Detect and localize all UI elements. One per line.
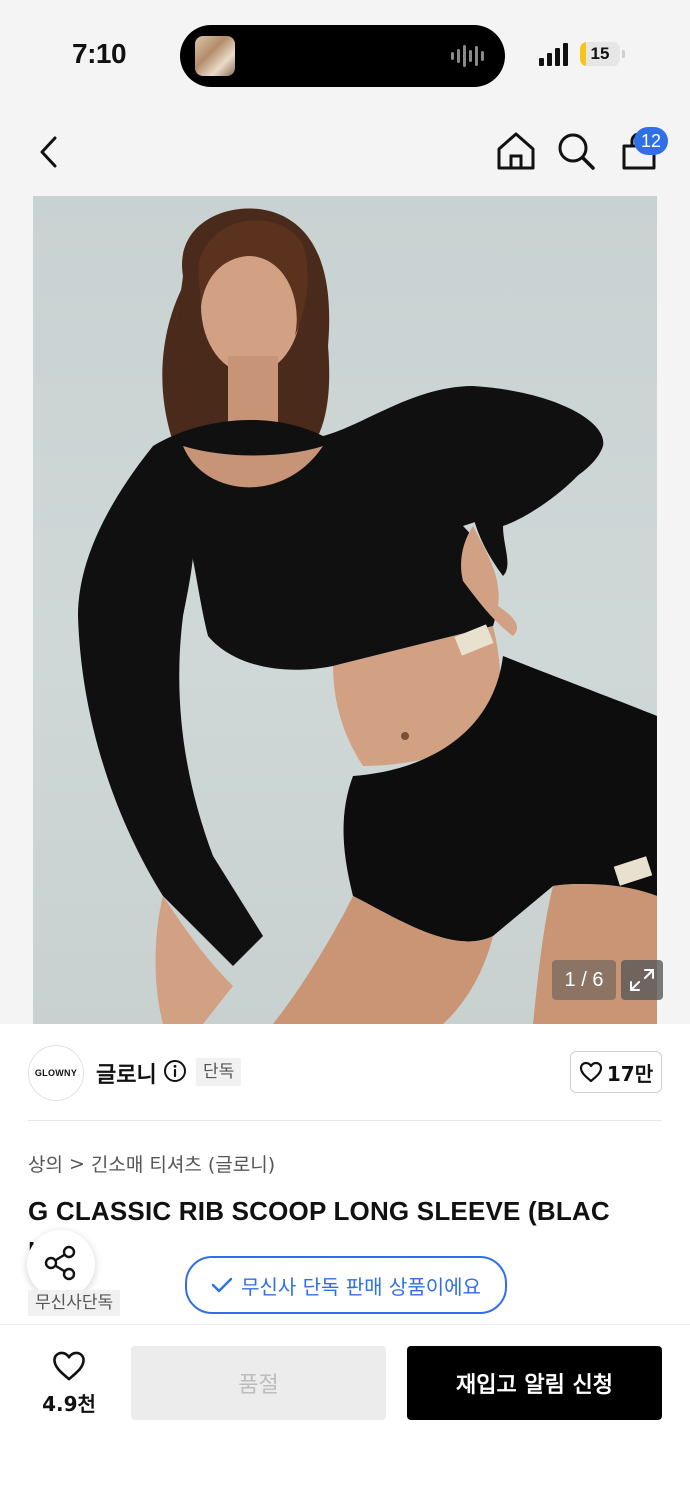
info-icon[interactable] bbox=[163, 1059, 187, 1083]
brand-like-button[interactable]: 17만 bbox=[570, 1051, 662, 1093]
status-time: 7:10 bbox=[72, 38, 127, 69]
breadcrumb: 상의 > 긴소매 티셔츠 (글로니) bbox=[28, 1150, 275, 1177]
check-icon bbox=[211, 1277, 233, 1293]
musinsa-exclusive-tag: 무신사단독 bbox=[28, 1290, 121, 1316]
restock-alert-button[interactable]: 재입고 알림 신청 bbox=[407, 1346, 662, 1420]
model-photo bbox=[78, 208, 657, 1024]
brand-name[interactable]: 글로니 bbox=[96, 1057, 157, 1089]
exclusive-badge: 단독 bbox=[196, 1058, 242, 1086]
expand-icon[interactable] bbox=[621, 960, 663, 1000]
exclusive-sale-text: 무신사 단독 판매 상품이에요 bbox=[241, 1274, 481, 1299]
heart-outline-icon bbox=[53, 1351, 85, 1381]
audio-wave-icon bbox=[451, 45, 484, 67]
brand-logo[interactable]: GLOWNY bbox=[28, 1045, 84, 1101]
battery-indicator: 15 bbox=[580, 42, 626, 68]
product-title: G CLASSIC RIB SCOOP LONG SLEEVE (BLAC bbox=[28, 1196, 610, 1226]
cellular-signal-icon bbox=[539, 43, 568, 66]
search-icon[interactable] bbox=[555, 130, 597, 172]
image-counter: 1 / 6 bbox=[552, 960, 616, 1000]
breadcrumb-subcategory[interactable]: 긴소매 티셔츠 (글로니) bbox=[91, 1150, 275, 1177]
sold-out-button[interactable]: 품절 bbox=[131, 1346, 386, 1420]
back-chevron-icon[interactable] bbox=[30, 130, 70, 174]
home-icon[interactable] bbox=[495, 130, 537, 172]
breadcrumb-separator: > bbox=[68, 1152, 85, 1175]
brand-like-count: 17만 bbox=[606, 1061, 654, 1086]
now-playing-thumbnail bbox=[195, 36, 235, 76]
battery-level: 15 bbox=[590, 44, 610, 63]
breadcrumb-category[interactable]: 상의 bbox=[28, 1150, 63, 1177]
wishlist-button[interactable]: 4.9천 bbox=[38, 1348, 100, 1418]
wishlist-count: 4.9천 bbox=[42, 1392, 96, 1416]
share-icon[interactable] bbox=[27, 1230, 95, 1298]
heart-outline-icon bbox=[579, 1061, 602, 1083]
cart-count-badge: 12 bbox=[634, 127, 668, 155]
product-photo[interactable] bbox=[33, 196, 657, 1024]
exclusive-sale-banner: 무신사 단독 판매 상품이에요 bbox=[185, 1256, 507, 1314]
section-divider bbox=[28, 1120, 662, 1121]
